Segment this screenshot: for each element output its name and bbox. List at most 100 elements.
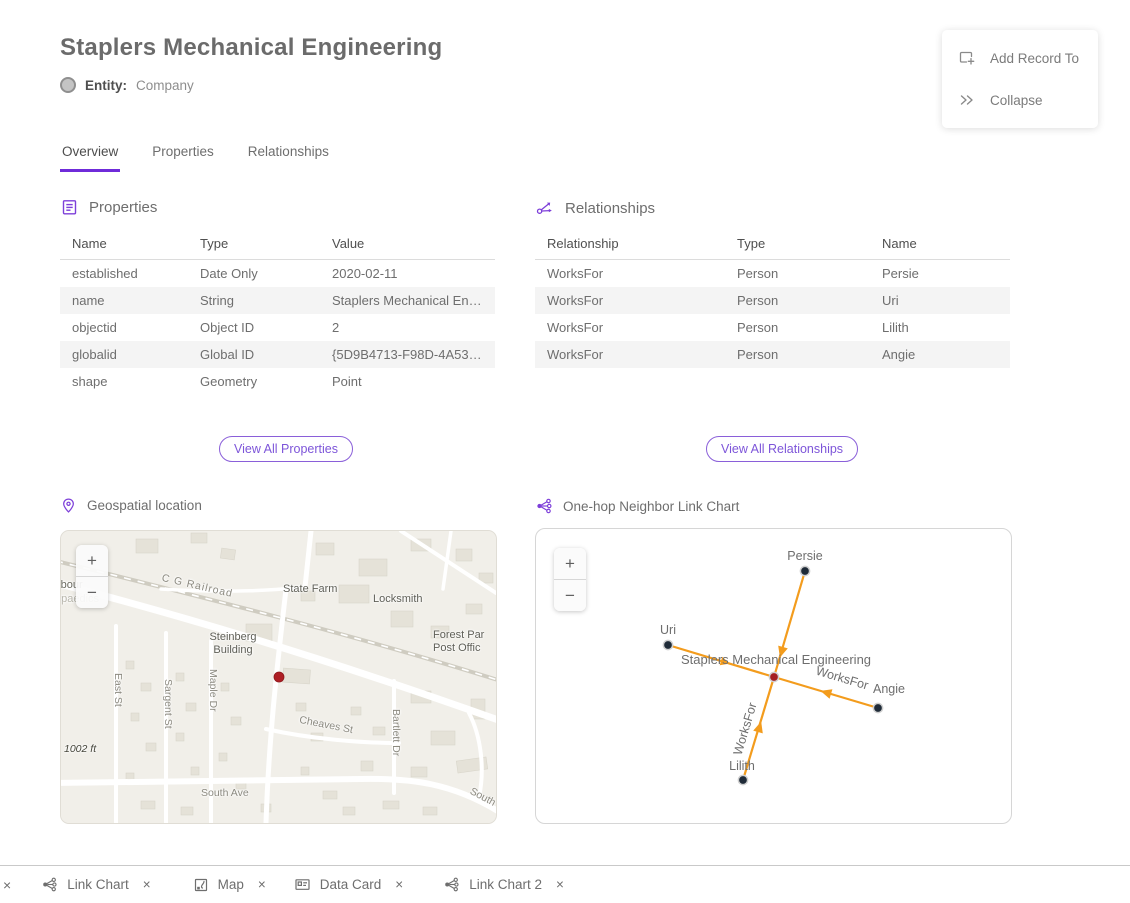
node-persie[interactable] xyxy=(800,566,809,575)
view-all-relationships-button[interactable]: View All Relationships xyxy=(706,436,858,462)
column-header: Name xyxy=(870,228,1010,260)
link-chart-section-header: One-hop Neighbor Link Chart xyxy=(535,497,739,515)
cell: Global ID xyxy=(188,341,320,368)
workspace-tab-label: Link Chart xyxy=(67,877,129,892)
cell: Date Only xyxy=(188,260,320,288)
map-label-post-office: Forest Par Post Offic xyxy=(433,629,497,655)
workspace-tab-label: Data Card xyxy=(320,877,382,892)
map-zoom-in-button[interactable]: + xyxy=(76,545,108,576)
cell: established xyxy=(60,260,188,288)
node-label-angie: Angie xyxy=(873,682,905,696)
cell: Person xyxy=(725,314,870,341)
map-pin-icon xyxy=(60,497,77,514)
relationship-link[interactable]: WorksFor xyxy=(535,314,725,341)
relationships-icon xyxy=(535,198,555,218)
workspace-tab-label: Link Chart 2 xyxy=(469,877,542,892)
entity-link[interactable]: Angie xyxy=(870,341,1010,368)
map-label-maple-dr: Maple Dr xyxy=(207,669,219,712)
relationships-section-header: Relationships xyxy=(535,198,655,218)
workspace-tab-link-chart[interactable]: Link Chart × xyxy=(41,876,150,893)
link-chart-icon xyxy=(41,876,58,893)
map-label-east-st: East St xyxy=(112,673,124,707)
tab-overview[interactable]: Overview xyxy=(60,144,120,172)
map-location-marker[interactable] xyxy=(274,672,284,682)
properties-table: Name Type Value established Date Only 20… xyxy=(60,228,495,395)
geospatial-section-header: Geospatial location xyxy=(60,497,202,514)
link-chart-graphics: WorksFor WorksFor Persie Uri Angie Lilit… xyxy=(536,529,1011,823)
map-label-steinberg: Steinberg Building xyxy=(199,631,267,657)
map-label-south-ave: South Ave xyxy=(201,787,249,799)
relationships-table: Relationship Type Name WorksFor Person P… xyxy=(535,228,1010,368)
close-icon[interactable]: × xyxy=(556,877,564,892)
cell: 2 xyxy=(320,314,495,341)
entity-link[interactable]: Lilith xyxy=(870,314,1010,341)
entity-link[interactable]: Persie xyxy=(870,260,1010,288)
partial-tab-close-icon[interactable]: × xyxy=(3,877,11,893)
edge-label-worksfor: WorksFor xyxy=(814,664,870,693)
cell: String xyxy=(188,287,320,314)
cell: {5D9B4713-F98D-4A53-... xyxy=(320,341,495,368)
link-chart-zoom-in-button[interactable]: + xyxy=(554,548,586,579)
data-card-icon xyxy=(294,876,311,893)
cell: Person xyxy=(725,260,870,288)
entity-link[interactable]: Uri xyxy=(870,287,1010,314)
table-row: globalid Global ID {5D9B4713-F98D-4A53-.… xyxy=(60,341,495,368)
data-card-page: Staplers Mechanical Engineering Entity: … xyxy=(0,0,1130,903)
workspace-tab-label: Map xyxy=(218,877,244,892)
column-header: Type xyxy=(188,228,320,260)
link-chart-zoom-out-button[interactable]: − xyxy=(554,580,586,611)
map-zoom-out-button[interactable]: − xyxy=(76,577,108,608)
entity-type-value: Company xyxy=(136,78,194,93)
cell: objectid xyxy=(60,314,188,341)
map-label-sargent-st: Sargent St xyxy=(162,679,174,729)
node-lilith[interactable] xyxy=(738,775,747,784)
table-header-row: Name Type Value xyxy=(60,228,495,260)
node-label-uri: Uri xyxy=(660,623,676,637)
section-title: Geospatial location xyxy=(87,498,202,513)
node-angie[interactable] xyxy=(873,703,882,712)
cell: Geometry xyxy=(188,368,320,395)
relationship-link[interactable]: WorksFor xyxy=(535,341,725,368)
table-row: objectid Object ID 2 xyxy=(60,314,495,341)
column-header: Type xyxy=(725,228,870,260)
cell: Staplers Mechanical Eng... xyxy=(320,287,495,314)
column-header: Relationship xyxy=(535,228,725,260)
node-label-center-company: Staplers Mechanical Engineering xyxy=(681,652,871,667)
node-label-persie: Persie xyxy=(787,549,822,563)
close-icon[interactable]: × xyxy=(395,877,403,892)
add-record-icon xyxy=(958,49,976,67)
properties-section-header: Properties xyxy=(60,198,157,217)
view-all-properties-button[interactable]: View All Properties xyxy=(219,436,353,462)
menu-item-collapse[interactable]: Collapse xyxy=(942,79,1098,121)
entity-type-dot xyxy=(60,77,76,93)
context-menu: Add Record To Collapse xyxy=(942,30,1098,128)
node-uri[interactable] xyxy=(663,640,672,649)
workspace-tab-data-card[interactable]: Data Card × xyxy=(294,876,403,893)
close-icon[interactable]: × xyxy=(258,877,266,892)
cell: Person xyxy=(725,341,870,368)
link-chart-canvas[interactable]: WorksFor WorksFor Persie Uri Angie Lilit… xyxy=(535,528,1012,824)
link-chart-zoom-control: + − xyxy=(554,548,586,611)
section-title: Relationships xyxy=(565,200,655,217)
map-canvas[interactable]: C G Railroad State Farm Locksmith Steinb… xyxy=(60,530,497,824)
tab-relationships[interactable]: Relationships xyxy=(246,144,331,172)
tab-properties[interactable]: Properties xyxy=(150,144,216,172)
workspace-tab-map[interactable]: Map × xyxy=(193,877,266,893)
cell: globalid xyxy=(60,341,188,368)
workspace-tab-link-chart-2[interactable]: Link Chart 2 × xyxy=(443,876,564,893)
menu-item-add-record-to[interactable]: Add Record To xyxy=(942,37,1098,79)
collapse-icon xyxy=(958,91,976,109)
table-row: WorksFor Person Uri xyxy=(535,287,1010,314)
node-center-company[interactable] xyxy=(769,672,778,681)
table-header-row: Relationship Type Name xyxy=(535,228,1010,260)
cell: Point xyxy=(320,368,495,395)
close-icon[interactable]: × xyxy=(143,877,151,892)
column-header: Name xyxy=(60,228,188,260)
entity-label: Entity: xyxy=(85,78,127,93)
column-header: Value xyxy=(320,228,495,260)
relationship-link[interactable]: WorksFor xyxy=(535,287,725,314)
link-chart-icon xyxy=(443,876,460,893)
entity-row: Entity: Company xyxy=(60,77,194,93)
relationship-link[interactable]: WorksFor xyxy=(535,260,725,288)
properties-icon xyxy=(60,198,79,217)
